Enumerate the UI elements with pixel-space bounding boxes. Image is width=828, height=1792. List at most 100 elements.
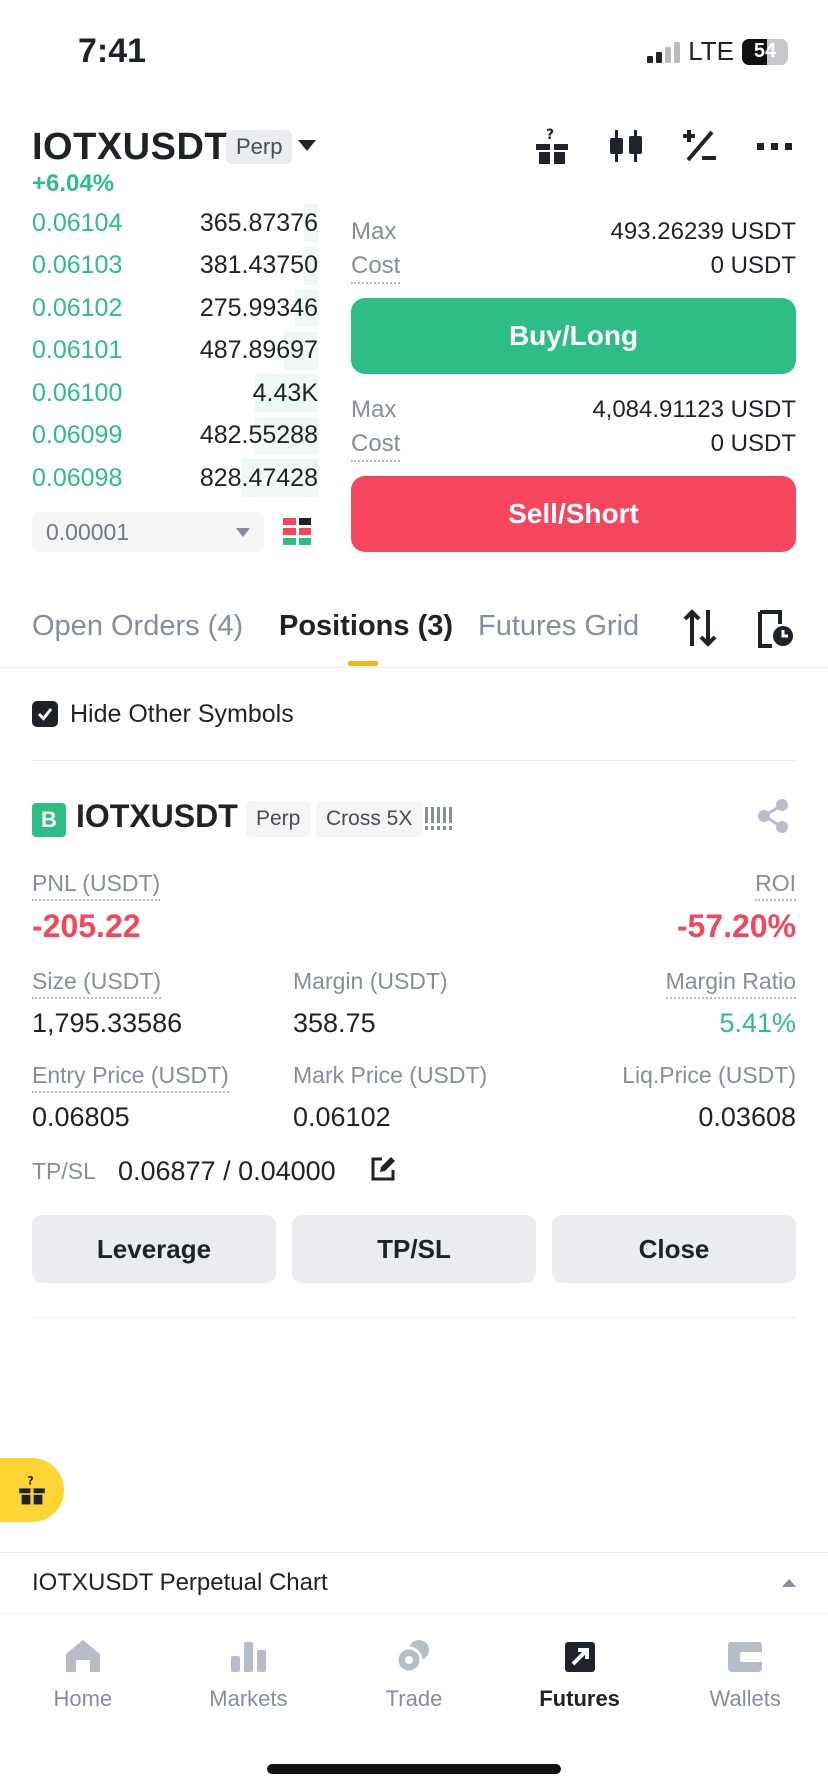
nav-label: Trade	[385, 1686, 443, 1711]
position-symbol[interactable]: IOTXUSDT	[76, 798, 238, 835]
mark-price-value: 0.06102	[293, 1102, 391, 1132]
nav-home[interactable]: Home	[0, 1614, 166, 1792]
status-time: 7:41	[78, 32, 147, 70]
chevron-down-icon	[236, 527, 250, 537]
orderbook-row[interactable]: 0.06100 4.43K	[32, 372, 318, 414]
battery-level: 54	[753, 40, 777, 62]
hide-other-symbols-checkbox[interactable]	[32, 701, 58, 727]
position-contract-tag: Perp	[246, 801, 311, 837]
size-label[interactable]: Size (USDT)	[32, 968, 162, 999]
tick-size-select[interactable]: 0.00001	[32, 512, 264, 552]
svg-text:?: ?	[27, 1474, 34, 1487]
sell-cost-label[interactable]: Cost	[351, 430, 401, 462]
close-position-button[interactable]: Close	[552, 1215, 796, 1283]
tpsl-label: TP/SL	[32, 1158, 96, 1184]
sell-short-button[interactable]: Sell/Short	[351, 476, 796, 552]
share-icon[interactable]	[756, 798, 790, 839]
sell-cost-value: 0 USDT	[710, 430, 796, 457]
edit-icon[interactable]	[370, 1156, 396, 1187]
network-label: LTE	[688, 36, 734, 66]
orderbook-price: 0.06102	[32, 293, 123, 322]
margin-value: 358.75	[293, 1008, 376, 1038]
orderbook-price: 0.06103	[32, 251, 123, 279]
tick-size-value: 0.00001	[46, 518, 130, 545]
symbol-title[interactable]: IOTXUSDT	[32, 126, 228, 169]
margin-label: Margin (USDT)	[293, 968, 448, 994]
entry-price-value: 0.06805	[32, 1102, 130, 1132]
buy-max-value: 493.26239 USDT	[610, 218, 796, 245]
home-indicator	[267, 1764, 561, 1774]
orderbook-row[interactable]: 0.06103 381.43750	[32, 245, 318, 287]
symbol-dropdown-icon[interactable]	[298, 140, 316, 151]
sell-max-value: 4,084.91123 USDT	[592, 396, 796, 423]
margin-ratio-label[interactable]: Margin Ratio	[665, 968, 796, 999]
rewards-fab[interactable]: ?	[0, 1458, 64, 1522]
filter-divider	[32, 760, 796, 761]
orderbook-row[interactable]: 0.06104 365.87376	[32, 202, 318, 244]
sell-max-label: Max	[351, 396, 397, 423]
candlestick-icon[interactable]	[604, 124, 648, 168]
orderbook-row[interactable]: 0.06099 482.55288	[32, 415, 318, 457]
margin-ratio-value: 5.41%	[719, 1008, 796, 1038]
tpsl-value: 0.06877 / 0.04000	[118, 1156, 336, 1186]
orderbook-row[interactable]: 0.06101 487.89697	[32, 330, 318, 372]
tab-futures-grid[interactable]: Futures Grid	[478, 610, 639, 643]
history-icon[interactable]	[758, 610, 794, 653]
buy-long-button[interactable]: Buy/Long	[351, 298, 796, 374]
orderbook-qty: 828.47428	[199, 463, 318, 492]
gift-box-icon: ?	[19, 1474, 45, 1505]
side-badge: B	[32, 803, 66, 837]
markets-icon	[231, 1642, 267, 1672]
roi-value: -57.20%	[676, 908, 796, 944]
hide-other-symbols-label[interactable]: Hide Other Symbols	[70, 700, 294, 729]
sort-icon[interactable]	[682, 608, 718, 653]
tab-open-orders[interactable]: Open Orders (4)	[32, 610, 243, 643]
wallet-icon	[728, 1642, 763, 1672]
percent-icon[interactable]	[678, 124, 722, 168]
liq-price-label: Liq.Price (USDT)	[622, 1062, 796, 1088]
home-icon	[65, 1640, 100, 1672]
margin-mode-tag: Cross 5X	[316, 801, 423, 837]
trade-icon	[395, 1640, 429, 1674]
orderbook-price: 0.06104	[32, 208, 123, 237]
size-value: 1,795.33586	[32, 1008, 183, 1038]
svg-text:?: ?	[546, 127, 554, 143]
buy-max-label: Max	[351, 218, 397, 245]
liq-price-value: 0.03608	[698, 1102, 796, 1132]
buy-cost-label[interactable]: Cost	[351, 252, 401, 284]
pnl-label[interactable]: PNL (USDT)	[32, 870, 161, 901]
orderbook-row[interactable]: 0.06098 828.47428	[32, 457, 318, 499]
nav-label: Home	[53, 1686, 113, 1711]
orderbook-price: 0.06101	[32, 336, 123, 364]
entry-price-label[interactable]: Entry Price (USDT)	[32, 1062, 229, 1093]
futures-icon	[564, 1642, 595, 1672]
tpsl-button[interactable]: TP/SL	[292, 1215, 536, 1283]
card-divider	[32, 1317, 796, 1318]
leverage-button[interactable]: Leverage	[32, 1215, 276, 1283]
orderbook-qty: 482.55288	[199, 421, 318, 449]
nav-label: Markets	[209, 1686, 288, 1711]
orderbook-qty: 365.87376	[199, 208, 318, 237]
tab-positions[interactable]: Positions (3)	[279, 610, 453, 643]
status-indicators: LTE 54	[647, 36, 788, 67]
nav-wallets[interactable]: Wallets	[662, 1614, 828, 1792]
chart-toggle-bar[interactable]: IOTXUSDT Perpetual Chart	[0, 1552, 828, 1614]
orderbook-qty: 4.43K	[252, 378, 318, 407]
contract-tag: Perp	[226, 130, 293, 164]
check-icon	[37, 708, 53, 721]
chevron-up-icon	[782, 1579, 796, 1587]
orderbook-layout-icon[interactable]	[282, 516, 312, 551]
pnl-value: -205.22	[32, 908, 141, 944]
orderbook-row[interactable]: 0.06102 275.99346	[32, 287, 318, 329]
active-tab-indicator	[348, 661, 378, 666]
mark-price-label: Mark Price (USDT)	[293, 1062, 488, 1088]
buy-cost-value: 0 USDT	[710, 252, 796, 279]
more-icon[interactable]	[752, 124, 796, 168]
orderbook-qty: 381.43750	[199, 251, 318, 279]
orderbook-price: 0.06100	[32, 378, 123, 407]
gift-box-icon[interactable]: ?	[530, 124, 574, 168]
price-change: +6.04%	[32, 170, 115, 197]
adl-indicator-icon	[424, 805, 452, 836]
roi-label[interactable]: ROI	[755, 870, 796, 901]
orderbook-qty: 487.89697	[199, 336, 318, 364]
